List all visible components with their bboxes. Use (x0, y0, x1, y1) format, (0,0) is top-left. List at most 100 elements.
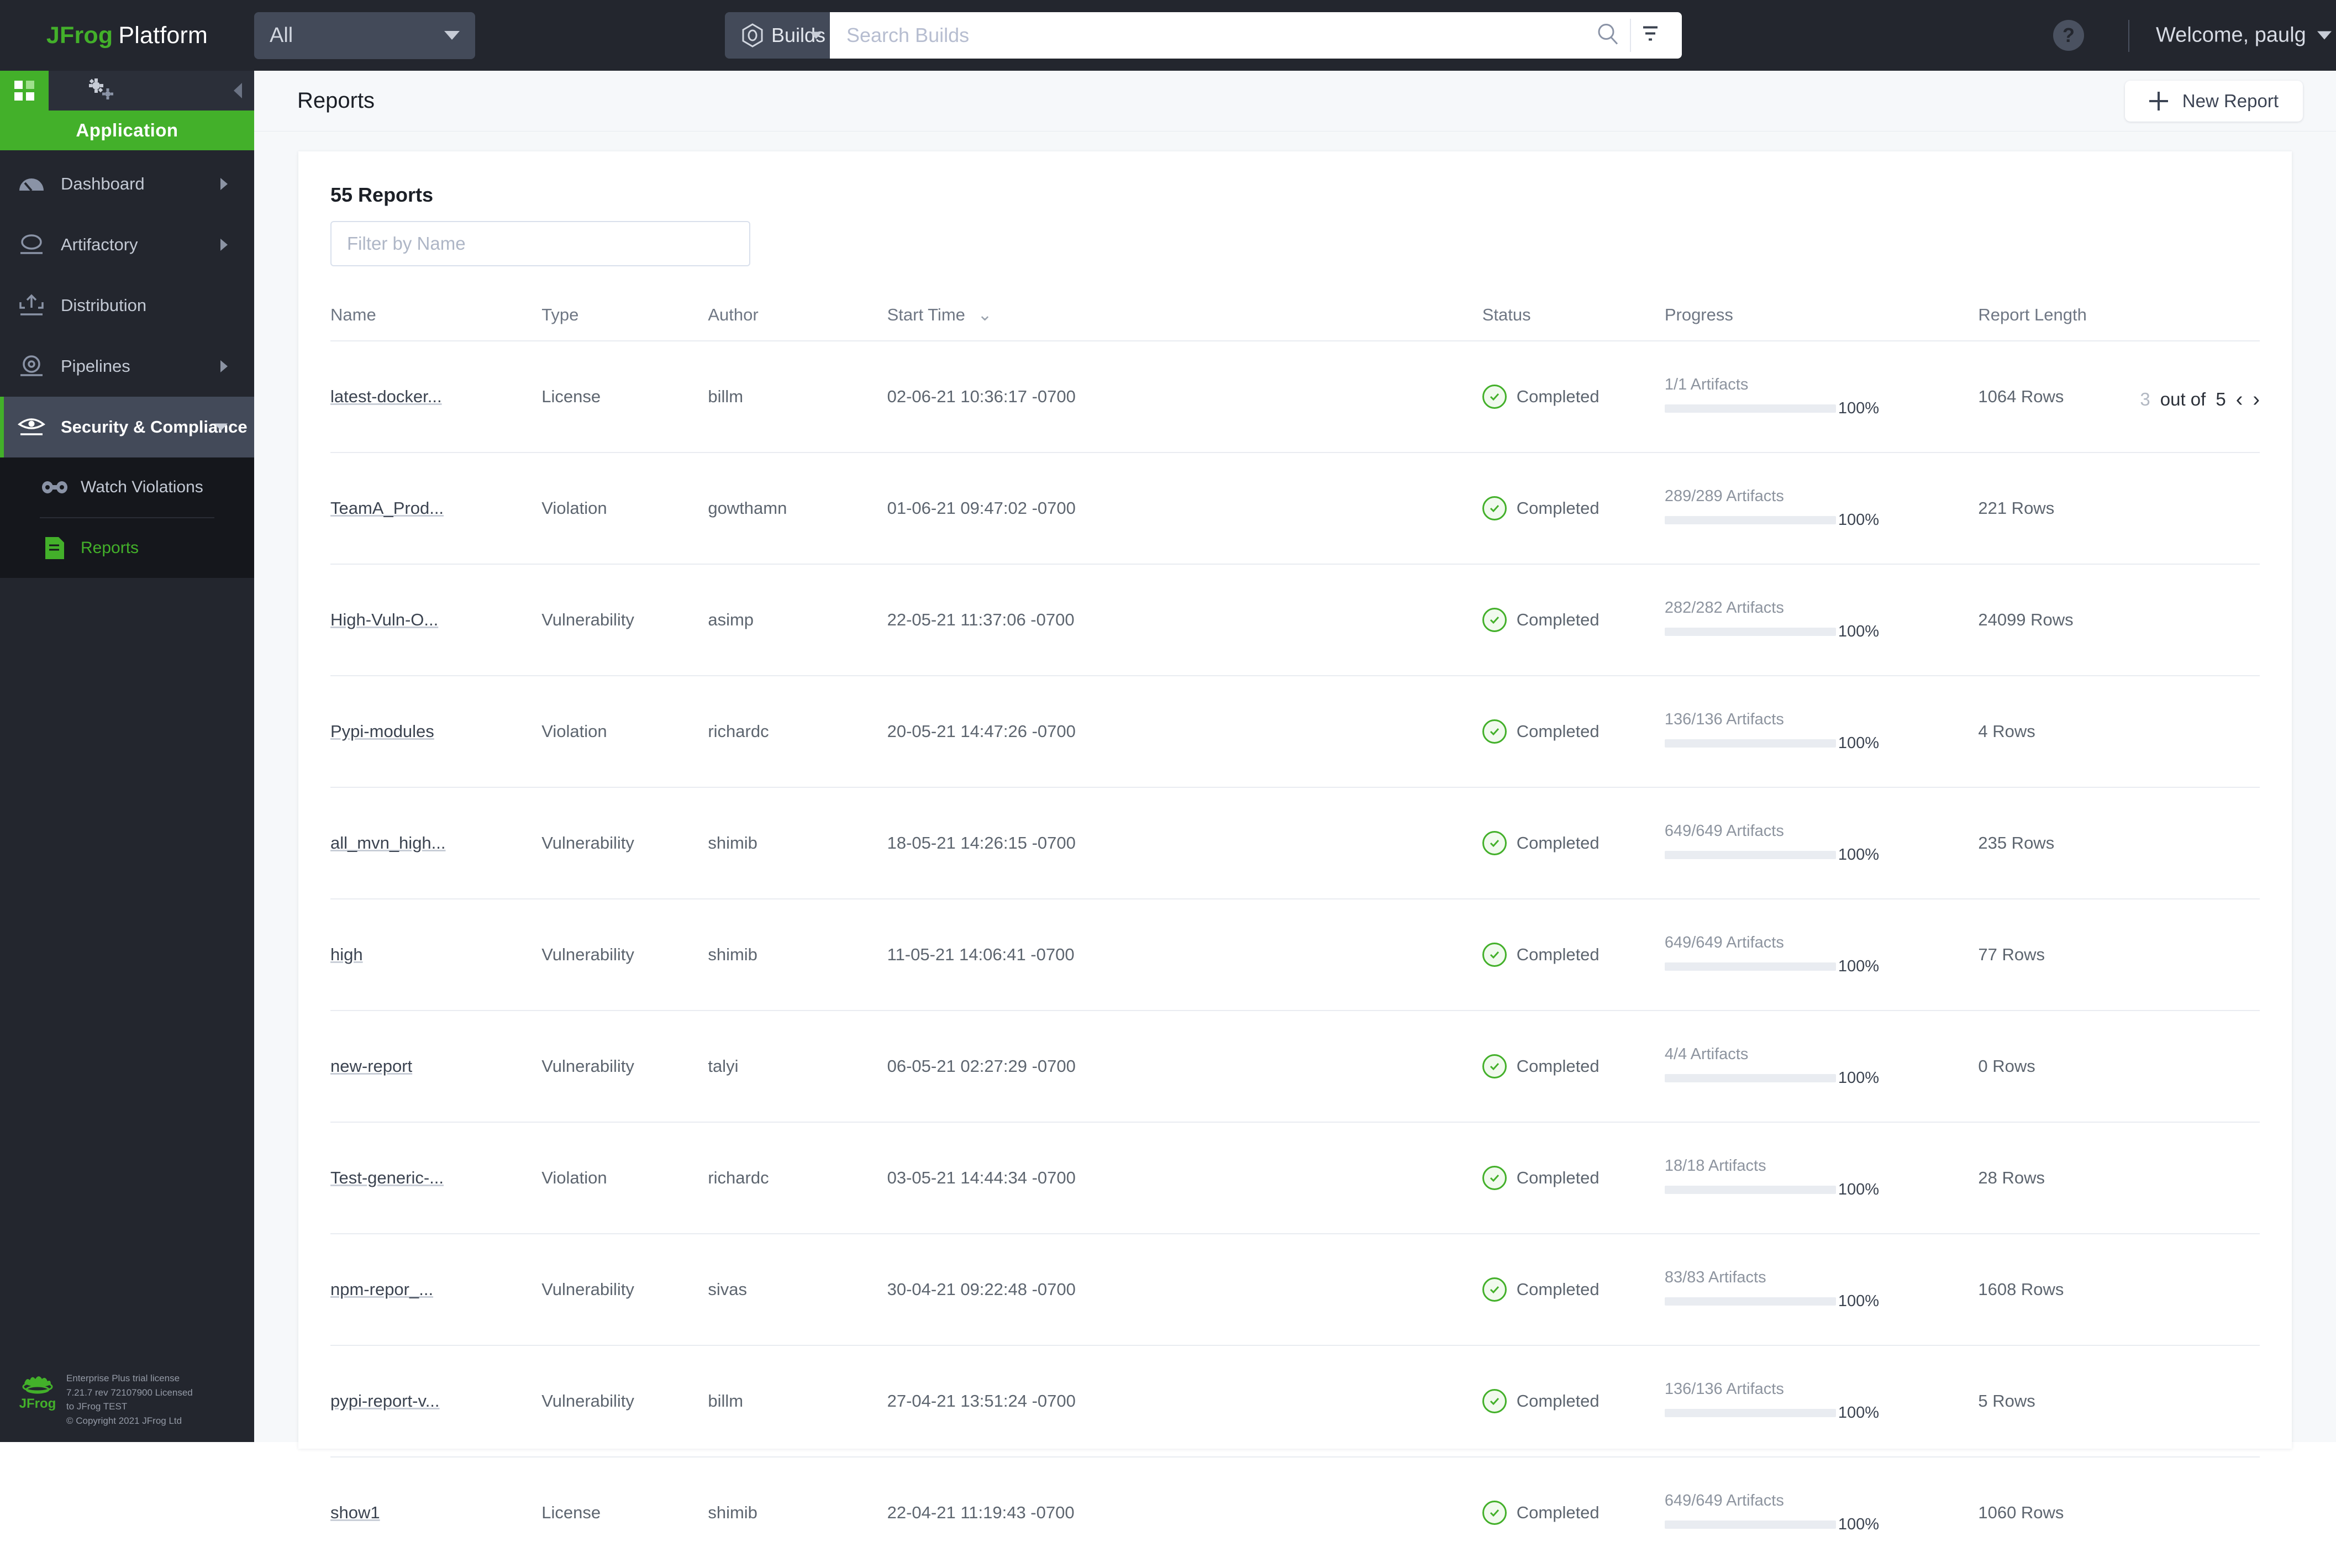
sidebar-item-security-and-compliance[interactable]: Security & Compliance (0, 397, 254, 457)
binoculars-icon (39, 480, 71, 494)
cell-start-time: 11-05-21 14:06:41 -0700 (887, 898, 1482, 1011)
scope-dropdown-value: All (270, 23, 293, 47)
search-input[interactable]: Search Builds (830, 24, 969, 47)
license-line-3: to JFrog TEST (66, 1401, 128, 1412)
cell-type: License (541, 340, 708, 452)
report-name-link[interactable]: new-report (330, 1056, 412, 1076)
cell-type: License (541, 1456, 708, 1568)
main-content: Reports New Report 55 Reports Filter by … (254, 71, 2336, 1568)
brand-platform-text: Platform (118, 22, 208, 49)
report-name-link[interactable]: High-Vuln-O... (330, 610, 438, 629)
help-icon[interactable]: ? (2053, 20, 2084, 51)
cell-type: Violation (541, 452, 708, 564)
pagination-next-icon[interactable]: › (2253, 389, 2260, 410)
column-header-author[interactable]: Author (708, 305, 887, 341)
report-name-link[interactable]: all_mvn_high... (330, 833, 446, 853)
report-name-link[interactable]: Pypi-modules (330, 722, 434, 741)
progress-bar (1664, 1297, 1836, 1306)
cell-author: billm (708, 340, 887, 452)
table-row[interactable]: all_mvn_high... Vulnerability shimib 18-05-… (330, 787, 2260, 899)
pagination: 3 out of 5 ‹ › (2140, 389, 2260, 410)
brand-logo[interactable]: JFrog Platform (0, 0, 254, 71)
status-check-icon (1482, 1054, 1507, 1078)
table-row[interactable]: pypi-report-v... Vulnerability billm 27-04-… (330, 1345, 2260, 1457)
collapse-sidebar-icon[interactable] (234, 83, 242, 98)
sidebar-item-dashboard[interactable]: Dashboard (0, 154, 254, 214)
filter-by-name-input[interactable]: Filter by Name (330, 221, 750, 266)
column-header-progress[interactable]: Progress (1665, 305, 1979, 341)
report-name-link[interactable]: high (330, 945, 363, 964)
progress-artifacts-label: 282/282 Artifacts (1664, 599, 1784, 617)
cell-progress: 136/136 Artifacts 100% (1664, 1345, 1979, 1457)
new-report-button[interactable]: New Report (2124, 80, 2303, 122)
sidebar-item-distribution[interactable]: Distribution (0, 275, 254, 336)
user-menu[interactable]: Welcome, paulg (2156, 24, 2332, 48)
cell-name: Pypi-modules (330, 675, 542, 787)
progress-percent: 100% (1838, 511, 1879, 529)
cell-type: Vulnerability (541, 564, 708, 676)
table-row[interactable]: high Vulnerability shimib 11-05-21 14:06:41… (330, 898, 2260, 1011)
search-input-wrapper[interactable]: Search Builds (830, 12, 1682, 59)
progress-bar (1664, 1409, 1836, 1417)
table-row[interactable]: show1 License shimib 22-04-21 11:19:43 -070… (330, 1456, 2260, 1568)
column-header-start-time[interactable]: Start Time ⌄ (887, 305, 1482, 341)
sidebar-item-watch-violations[interactable]: Watch Violations (0, 457, 254, 517)
cell-status: Completed (1482, 1345, 1665, 1457)
report-name-link[interactable]: npm-repor_... (330, 1280, 433, 1299)
report-name-link[interactable]: TeamA_Prod... (330, 498, 444, 518)
column-header-type[interactable]: Type (541, 305, 708, 341)
search-icon[interactable] (1596, 22, 1620, 49)
column-header-status[interactable]: Status (1482, 305, 1665, 341)
cell-report-length: 235 Rows (1978, 787, 2260, 899)
table-row[interactable]: new-report Vulnerability talyi 06-05-21 02:… (330, 1010, 2260, 1122)
cell-start-time: 30-04-21 09:22:48 -0700 (887, 1233, 1482, 1345)
progress-artifacts-label: 649/649 Artifacts (1664, 822, 1784, 840)
progress-artifacts-label: 4/4 Artifacts (1664, 1045, 1749, 1063)
column-header-name[interactable]: Name (330, 305, 541, 341)
status-check-icon (1482, 1389, 1507, 1413)
new-report-button-label: New Report (2182, 90, 2279, 111)
scope-dropdown[interactable]: All (254, 12, 475, 59)
table-row[interactable]: Test-generic-... Violation richardc 03-05-2… (330, 1122, 2260, 1234)
reports-table: Name Type Author Start Time ⌄ Status Pro… (330, 305, 2260, 1568)
search-entity-dropdown[interactable]: Builds (725, 12, 830, 59)
table-row[interactable]: High-Vuln-O... Vulnerability asimp 22-05-21… (330, 564, 2260, 676)
status-check-icon (1482, 1501, 1507, 1525)
pagination-of-label: out of (2160, 389, 2206, 409)
chevron-right-icon (220, 239, 228, 251)
sidebar-footer: JFrog Enterprise Plus trial license 7.21… (0, 1371, 254, 1428)
global-search-group: Builds Search Builds (725, 12, 1682, 59)
progress-percent: 100% (1838, 1069, 1879, 1087)
table-row[interactable]: TeamA_Prod... Violation gowthamn 01-06-21 0… (330, 452, 2260, 564)
sidebar-item-pipelines[interactable]: Pipelines (0, 336, 254, 397)
table-row[interactable]: Pypi-modules Violation richardc 20-05-21 14… (330, 675, 2260, 787)
cell-name: all_mvn_high... (330, 787, 542, 899)
table-row[interactable]: latest-docker... License billm 02-06-21 10:… (330, 340, 2260, 452)
sidebar-tab-administration[interactable] (49, 71, 254, 111)
sidebar-item-reports[interactable]: Reports (0, 518, 254, 578)
report-name-link[interactable]: pypi-report-v... (330, 1391, 440, 1411)
sidebar-application-banner: Application (0, 111, 254, 150)
pipelines-icon (14, 354, 49, 378)
cell-type: Violation (541, 675, 708, 787)
status-label: Completed (1516, 1280, 1600, 1299)
column-header-report-length[interactable]: Report Length (1978, 305, 2260, 341)
cell-status: Completed (1482, 340, 1665, 452)
report-name-link[interactable]: Test-generic-... (330, 1168, 444, 1187)
sidebar-item-artifactory[interactable]: Artifactory (0, 214, 254, 275)
filter-icon[interactable] (1641, 24, 1660, 48)
table-row[interactable]: npm-repor_... Vulnerability sivas 30-04-21 … (330, 1233, 2260, 1345)
progress-artifacts-label: 1/1 Artifacts (1664, 376, 1749, 393)
pagination-total-pages: 5 (2216, 389, 2226, 409)
sidebar-tab-application[interactable] (0, 71, 49, 111)
pagination-prev-icon[interactable]: ‹ (2236, 389, 2243, 410)
report-name-link[interactable]: latest-docker... (330, 387, 442, 406)
cell-name: Test-generic-... (330, 1122, 542, 1234)
report-name-link[interactable]: show1 (330, 1503, 380, 1522)
status-label: Completed (1516, 610, 1600, 629)
chevron-down-icon (810, 31, 822, 39)
cell-progress: 282/282 Artifacts 100% (1664, 564, 1979, 676)
cell-status: Completed (1482, 452, 1665, 564)
gears-icon (85, 76, 118, 106)
cell-status: Completed (1482, 1010, 1665, 1122)
